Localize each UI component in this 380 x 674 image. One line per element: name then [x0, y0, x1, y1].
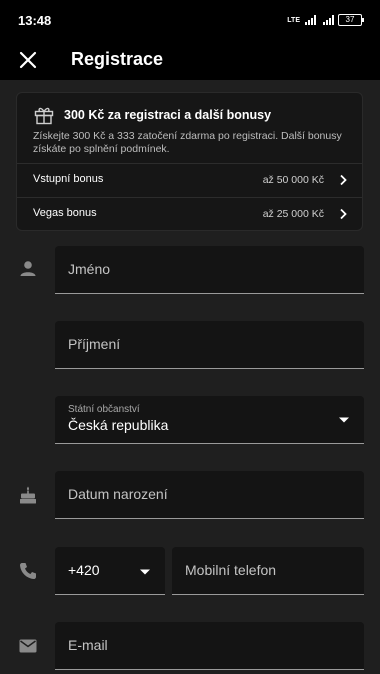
status-icons: LTE 37	[287, 14, 364, 26]
bonus-amount: až 25 000 Kč	[262, 208, 324, 220]
citizenship-label: Státní občanství	[68, 404, 140, 415]
close-icon	[19, 51, 37, 69]
first-name-field[interactable]: Jméno	[55, 246, 364, 294]
battery-level: 37	[345, 15, 355, 24]
wifi-signal-icon	[323, 15, 334, 25]
mobile-phone-placeholder: Mobilní telefon	[185, 562, 277, 578]
bonus-row-entry[interactable]: Vstupní bonus až 50 000 Kč	[17, 163, 362, 196]
person-icon	[20, 261, 36, 276]
cake-icon	[20, 486, 36, 504]
last-name-placeholder: Příjmení	[68, 336, 121, 352]
birth-date-placeholder: Datum narození	[68, 486, 168, 502]
app-bar: Registrace	[0, 40, 380, 80]
gift-icon	[34, 107, 54, 125]
last-name-field[interactable]: Příjmení	[55, 321, 364, 369]
page-title: Registrace	[71, 49, 164, 69]
promo-header: 300 Kč za registraci a další bonusy	[33, 104, 271, 126]
email-field[interactable]: E-mail	[55, 622, 364, 670]
status-bar: 13:48 LTE 37	[0, 0, 380, 40]
status-time: 13:48	[18, 12, 52, 28]
citizenship-select[interactable]: Státní občanství Česká republika	[55, 396, 364, 444]
chevron-right-icon	[340, 208, 347, 220]
bonus-row-vegas[interactable]: Vegas bonus až 25 000 Kč	[17, 197, 362, 230]
dropdown-arrow-icon	[140, 569, 150, 575]
battery-icon: 37	[338, 14, 364, 26]
network-type: LTE	[287, 16, 300, 24]
phone-prefix-value: +420	[68, 562, 100, 578]
promo-description: Získejte 300 Kč a 333 zatočení zdarma po…	[33, 130, 342, 155]
promo-title: 300 Kč za registraci a další bonusy	[64, 108, 272, 122]
chevron-right-icon	[340, 174, 347, 186]
first-name-placeholder: Jméno	[68, 261, 111, 277]
close-button[interactable]	[16, 48, 40, 72]
bonus-amount: až 50 000 Kč	[262, 174, 324, 186]
mail-icon	[19, 639, 37, 653]
promo-card: 300 Kč za registraci a další bonusy Získ…	[16, 92, 363, 231]
bonus-label: Vegas bonus	[33, 207, 97, 219]
citizenship-value: Česká republika	[68, 417, 169, 433]
bonus-label: Vstupní bonus	[33, 173, 104, 185]
phone-prefix-select[interactable]: +420	[55, 547, 165, 595]
signal-icon	[305, 15, 316, 25]
birth-date-field[interactable]: Datum narození	[55, 471, 364, 519]
mobile-phone-field[interactable]: Mobilní telefon	[172, 547, 364, 595]
email-placeholder: E-mail	[68, 637, 108, 653]
dropdown-arrow-icon	[339, 417, 349, 423]
phone-icon	[20, 563, 36, 579]
